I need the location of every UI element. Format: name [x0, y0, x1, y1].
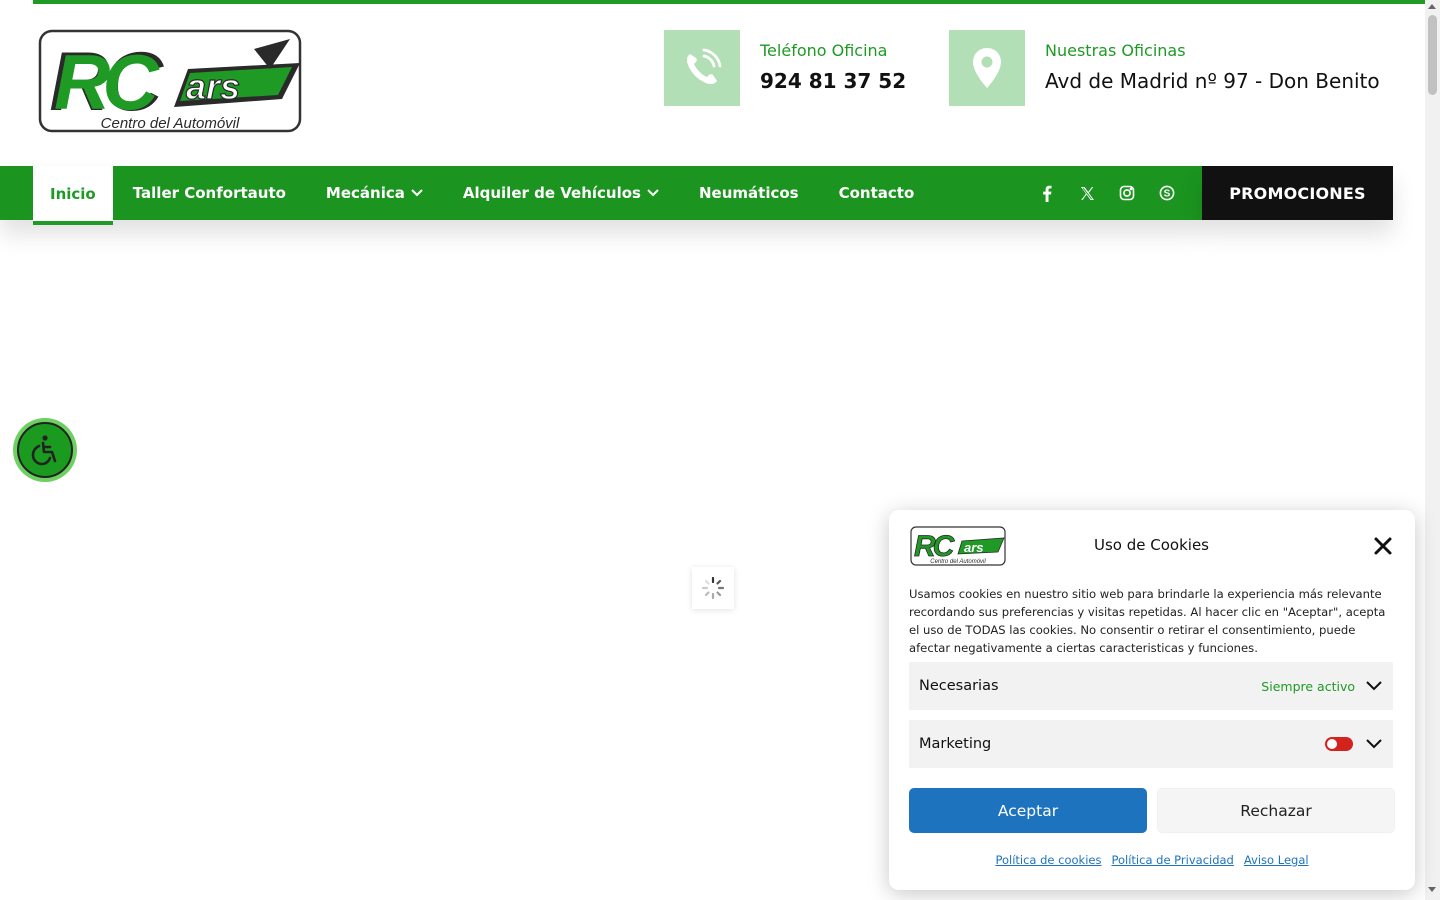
x-twitter-icon[interactable] [1067, 166, 1107, 220]
location-pin-icon [949, 30, 1025, 106]
main-navigation: Inicio Taller Confortauto Mecánica Alqui… [0, 166, 1202, 225]
marketing-toggle[interactable] [1325, 737, 1353, 751]
cookie-description: Usamos cookies en nuestro sitio web para… [909, 587, 1386, 655]
office-contact: Nuestras Oficinas Avd de Madrid nº 97 - … [949, 30, 1380, 106]
site-logo[interactable]: RC RC ars Centro del Automóvil [38, 29, 302, 133]
nav-item-label: Contacto [838, 184, 915, 202]
loading-spinner [692, 567, 734, 609]
always-active-status: Siempre activo [1261, 678, 1355, 694]
nav-item-taller-confortauto[interactable]: Taller Confortauto [113, 166, 306, 220]
facebook-icon[interactable] [1027, 166, 1067, 220]
cookie-category-marketing[interactable]: Marketing [909, 720, 1393, 768]
office-label: Nuestras Oficinas [1045, 41, 1186, 60]
top-accent-line [33, 0, 1425, 4]
instagram-icon[interactable] [1107, 166, 1147, 220]
nav-item-label: Inicio [50, 184, 96, 203]
cookie-category-label: Necesarias [919, 678, 999, 694]
page-scrollbar[interactable] [1425, 0, 1440, 900]
accessibility-icon [17, 422, 73, 478]
chevron-down-icon[interactable] [1365, 735, 1383, 753]
cookie-category-necesarias[interactable]: Necesarias Siempre activo [909, 662, 1393, 710]
svg-text:RC: RC [54, 38, 160, 126]
nav-item-inicio[interactable]: Inicio [33, 166, 113, 225]
scroll-up-arrow-icon[interactable] [1428, 4, 1436, 9]
scroll-down-arrow-icon[interactable] [1428, 887, 1436, 892]
cookie-policy-links: Política de cookies Política de Privacid… [889, 853, 1415, 867]
nav-item-neumaticos[interactable]: Neumáticos [679, 166, 819, 220]
svg-text:Centro del Automóvil: Centro del Automóvil [101, 115, 240, 132]
cookie-category-label: Marketing [919, 736, 992, 752]
cookie-consent-dialog: RC ars Centro del Automóvil Uso de Cooki… [889, 510, 1415, 890]
nav-item-mecanica[interactable]: Mecánica [306, 166, 443, 220]
phone-label: Teléfono Oficina [760, 41, 888, 60]
svg-text:S: S [1164, 189, 1171, 200]
chevron-down-icon [647, 189, 659, 197]
accessibility-button[interactable] [13, 418, 77, 482]
close-icon[interactable] [1373, 536, 1393, 556]
legal-notice-link[interactable]: Aviso Legal [1244, 853, 1309, 867]
nav-item-label: Mecánica [325, 184, 405, 202]
svg-text:ars: ars [964, 540, 984, 555]
svg-text:ars: ars [186, 66, 240, 107]
chevron-down-icon[interactable] [1365, 677, 1383, 695]
nav-item-label: Neumáticos [698, 184, 799, 202]
phone-icon [664, 30, 740, 106]
promociones-button[interactable]: PROMOCIONES [1202, 166, 1393, 220]
nav-item-label: Alquiler de Vehículos [462, 184, 641, 202]
nav-item-label: Taller Confortauto [132, 184, 286, 202]
svg-text:Centro del Automóvil: Centro del Automóvil [930, 559, 986, 565]
scrollbar-thumb[interactable] [1428, 15, 1437, 95]
accept-cookies-button[interactable]: Aceptar [909, 788, 1147, 833]
chevron-down-icon [411, 189, 423, 197]
phone-number[interactable]: 924 81 37 52 [760, 69, 906, 93]
skype-icon[interactable]: S [1147, 166, 1187, 220]
office-address: Avd de Madrid nº 97 - Don Benito [1045, 69, 1380, 93]
privacy-policy-link[interactable]: Política de Privacidad [1111, 853, 1233, 867]
phone-contact: Teléfono Oficina 924 81 37 52 [664, 30, 906, 106]
cookie-policy-link[interactable]: Política de cookies [995, 853, 1101, 867]
cookie-dialog-title: Uso de Cookies [1094, 536, 1209, 554]
cookie-dialog-logo: RC ars Centro del Automóvil [910, 526, 1006, 566]
nav-item-contacto[interactable]: Contacto [819, 166, 935, 220]
nav-item-alquiler-vehiculos[interactable]: Alquiler de Vehículos [443, 166, 679, 220]
reject-cookies-button[interactable]: Rechazar [1157, 788, 1395, 833]
